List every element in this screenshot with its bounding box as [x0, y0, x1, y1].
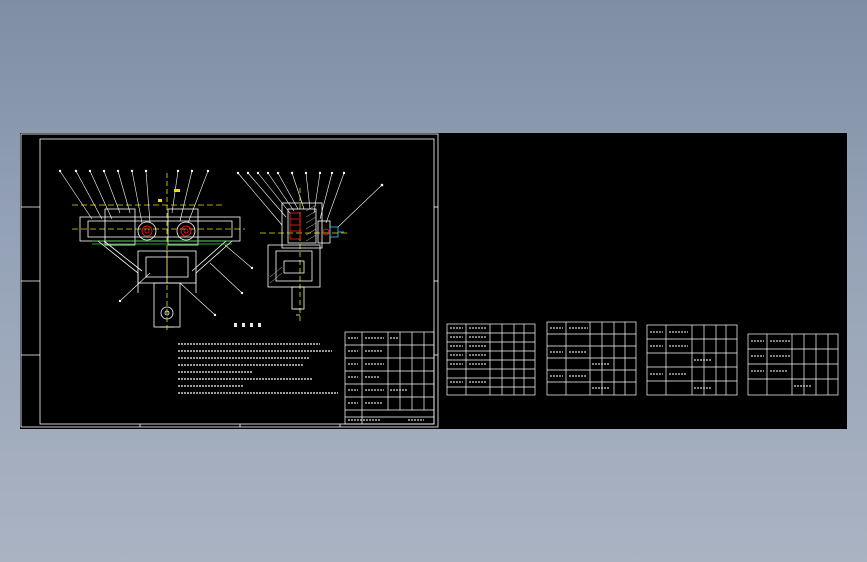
front-view-assembly [72, 173, 245, 333]
side-view-leaders [236, 171, 384, 228]
cad-viewport[interactable] [20, 133, 847, 429]
parts-list-sheet-2 [546, 321, 637, 396]
cad-drawing-canvas [20, 133, 839, 428]
side-view-hatch [269, 204, 317, 284]
parts-list-sheet-4 [747, 333, 839, 396]
side-view-assembly [260, 188, 350, 323]
title-block-cells [348, 337, 424, 421]
parts-list-sheet-1 [446, 323, 536, 396]
parts-list-sheet-3 [646, 324, 738, 396]
technical-notes [178, 323, 338, 394]
front-view-markers [158, 189, 180, 202]
main-drawing-sheet [20, 133, 439, 428]
title-block [344, 331, 435, 425]
